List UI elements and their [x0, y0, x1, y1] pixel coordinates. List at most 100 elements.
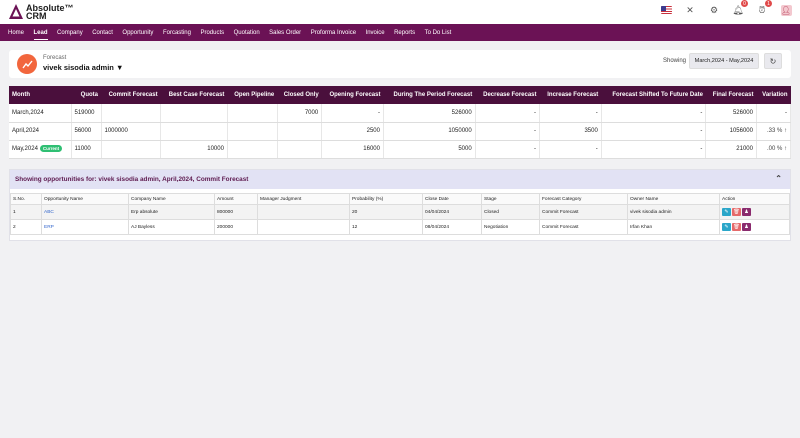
- nav-quotation[interactable]: Quotation: [234, 30, 260, 36]
- date-range-picker[interactable]: March,2024 - May,2024: [689, 53, 759, 69]
- col-final-forecast: Final Forecast: [705, 86, 757, 104]
- forecast-row: May,2024 Current 11000 10000 16000 5000 -…: [9, 140, 792, 159]
- stage-cell: Negotiation: [481, 219, 540, 235]
- main-nav: Home Lead Company Contact Opportunity Fo…: [0, 24, 800, 41]
- open-pipeline-cell: [227, 104, 278, 123]
- assign-user-icon[interactable]: ♟: [742, 223, 751, 231]
- refresh-icon[interactable]: ↻: [764, 53, 782, 69]
- increase-cell: 3500: [539, 122, 602, 141]
- fullscreen-icon[interactable]: ✕: [684, 4, 696, 16]
- manager-judgment-cell[interactable]: [257, 219, 350, 235]
- delete-icon[interactable]: 🗑︎: [732, 223, 741, 231]
- notification-badge: 0: [741, 0, 748, 7]
- col-shifted: Forecast Shifted To Future Date: [601, 86, 706, 104]
- settings-gear-icon[interactable]: ⚙: [708, 4, 720, 16]
- decrease-cell: -: [475, 122, 541, 141]
- opportunities-title: Showing opportunities for: vivek sisodia…: [15, 176, 249, 183]
- nav-invoice[interactable]: Invoice: [366, 30, 385, 36]
- forecast-header: Forecast vivek sisodia admin ▼ Showing M…: [9, 50, 791, 78]
- col-close-date: Close Date: [422, 193, 482, 205]
- nav-lead[interactable]: Lead: [33, 30, 48, 40]
- variation-cell: .33 % ↑: [756, 122, 792, 141]
- caret-down-icon: ▼: [115, 63, 124, 72]
- month-cell: April,2024: [9, 122, 72, 141]
- brand-line-2: CRM: [26, 10, 47, 21]
- nav-reports[interactable]: Reports: [394, 30, 415, 36]
- nav-todo-list[interactable]: To Do List: [425, 30, 452, 36]
- nav-forcasting[interactable]: Forcasting: [163, 30, 191, 36]
- nav-proforma-invoice[interactable]: Proforma Invoice: [311, 30, 356, 36]
- open-pipeline-cell: [227, 140, 278, 159]
- during-cell: 5000: [383, 140, 476, 159]
- col-forecast-category: Forecast Category: [539, 193, 628, 205]
- nav-opportunity[interactable]: Opportunity: [122, 30, 153, 36]
- variation-cell: -: [756, 104, 792, 123]
- col-owner-name: Owner Name: [627, 193, 720, 205]
- col-probability: Probability (%): [349, 193, 423, 205]
- edit-icon[interactable]: ✎: [722, 208, 731, 216]
- closed-only-cell: [277, 122, 323, 141]
- nav-contact[interactable]: Contact: [92, 30, 113, 36]
- shifted-cell: -: [601, 140, 707, 159]
- chevron-up-icon[interactable]: ⌃: [775, 174, 782, 183]
- showing-label: Showing: [662, 58, 686, 64]
- col-month: Month: [9, 86, 71, 104]
- notification-bell-icon[interactable]: 🔔︎ 0: [732, 0, 748, 16]
- nav-sales-order[interactable]: Sales Order: [269, 30, 301, 36]
- col-quota: Quota: [71, 86, 101, 104]
- edit-icon[interactable]: ✎: [722, 223, 731, 231]
- forecast-table-header: Month Quota Commit Forecast Best Case Fo…: [9, 86, 791, 104]
- opportunity-link[interactable]: ERP: [41, 219, 129, 235]
- stage-cell: Closed: [481, 204, 540, 220]
- col-opening-forecast: Opening Forecast: [321, 86, 384, 104]
- nav-company[interactable]: Company: [57, 30, 83, 36]
- action-cell: ✎ 🗑︎ ♟: [719, 204, 790, 220]
- commit-cell[interactable]: 1000000: [101, 122, 162, 141]
- brand-name: Absolute™ CRM: [26, 3, 74, 21]
- probability-cell: 20: [349, 204, 423, 220]
- best-case-cell: [160, 122, 228, 141]
- month-cell: March,2024: [9, 104, 72, 123]
- commit-cell[interactable]: [101, 104, 162, 123]
- opportunities-panel: Showing opportunities for: vivek sisodia…: [9, 169, 791, 241]
- top-bar: Absolute™ CRM ✕ ⚙ 🔔︎ 0 ⏰︎ 1 👤︎: [0, 0, 800, 24]
- final-cell: 1056000: [705, 122, 757, 141]
- opening-cell: 2500: [321, 122, 384, 141]
- action-cell: ✎ 🗑︎ ♟: [719, 219, 790, 235]
- forecast-label: Forecast: [43, 55, 67, 61]
- month-cell: May,2024 Current: [9, 140, 72, 159]
- sno-cell: 2: [10, 219, 42, 235]
- delete-icon[interactable]: 🗑︎: [732, 208, 741, 216]
- opportunities-heading[interactable]: Showing opportunities for: vivek sisodia…: [10, 170, 790, 189]
- language-flag-icon[interactable]: [660, 4, 672, 16]
- chart-trend-icon: [17, 54, 37, 74]
- assign-user-icon[interactable]: ♟: [742, 208, 751, 216]
- amount-cell: 200000: [214, 219, 258, 235]
- user-avatar[interactable]: 👤︎: [780, 4, 792, 16]
- col-amount: Amount: [214, 193, 258, 205]
- opening-cell: -: [321, 104, 384, 123]
- probability-cell: 12: [349, 219, 423, 235]
- manager-judgment-cell[interactable]: [257, 204, 350, 220]
- nav-home[interactable]: Home: [8, 30, 24, 36]
- alarm-badge: 1: [765, 0, 772, 7]
- col-manager-judgment: Manager Judgment: [257, 193, 350, 205]
- forecast-category-cell: Commit Forecast: [539, 219, 628, 235]
- forecast-user-dropdown[interactable]: vivek sisodia admin ▼: [43, 63, 123, 72]
- logo[interactable]: Absolute™ CRM: [8, 3, 74, 20]
- opportunity-link[interactable]: ABC: [41, 204, 129, 220]
- forecast-category-cell: Commit Forecast: [539, 204, 628, 220]
- amount-cell: 800000: [214, 204, 258, 220]
- table-row: 1 ABC Erp absolute 800000 20 04/04/2024 …: [10, 204, 790, 220]
- shifted-cell: -: [601, 122, 707, 141]
- forecast-user-name: vivek sisodia admin: [43, 63, 114, 72]
- commit-cell[interactable]: [101, 140, 162, 159]
- increase-cell: -: [539, 104, 602, 123]
- nav-products[interactable]: Products: [200, 30, 224, 36]
- close-date-cell: 04/04/2024: [422, 204, 482, 220]
- alarm-clock-icon[interactable]: ⏰︎ 1: [756, 0, 772, 16]
- forecast-row: March,2024 519000 7000 - 526000 - - - 52…: [9, 104, 792, 123]
- closed-only-cell: 7000: [277, 104, 323, 123]
- sno-cell: 1: [10, 204, 42, 220]
- col-stage: Stage: [481, 193, 540, 205]
